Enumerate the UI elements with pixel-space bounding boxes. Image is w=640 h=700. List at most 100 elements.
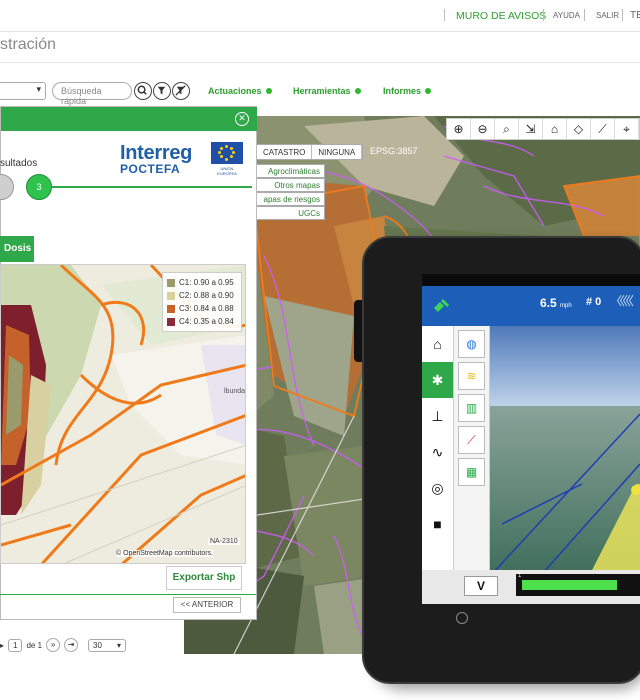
page-input[interactable]: 1	[8, 638, 23, 652]
menu-label: Herramientas	[293, 86, 351, 96]
nav-separator	[543, 9, 544, 21]
tablet-screen[interactable]: 6.5 mph # 0 〈〈〈〈〈 ⌂ ✱ ⊥ ∿ ◎ ■ ◍ ≋ ▥ ⟋ ▦ …	[422, 274, 640, 604]
v-button[interactable]: V	[464, 576, 498, 596]
polygon-icon[interactable]: ⌂	[543, 119, 567, 139]
map-grid-icon[interactable]: ▦	[458, 458, 485, 486]
base-layer-tabs: CATASTRO NINGUNA	[256, 144, 364, 160]
layer-list: Agroclimáticas Otros mapas apas de riesg…	[255, 164, 325, 220]
pagination: ▸ 1 de 1 » ⇥ 30 ▾	[0, 638, 127, 652]
legend-swatch	[167, 317, 175, 326]
legend-item: C1: 0.90 a 0.95	[167, 276, 237, 289]
legend-swatch	[167, 291, 175, 300]
tablet-tool-column: ◍ ≋ ▥ ⟋ ▦	[454, 326, 490, 578]
eu-flag-icon	[211, 142, 243, 164]
place-label: lbunda	[224, 388, 246, 395]
menu-dot	[425, 88, 432, 94]
steps-label: sultados	[0, 158, 38, 169]
menu-dot	[265, 88, 272, 94]
tablet-status-bar	[422, 274, 640, 286]
title-divider	[0, 62, 640, 63]
legend-label: C1: 0.90 a 0.95	[179, 278, 234, 287]
eu-label: UNIÓN EUROPEA	[217, 166, 237, 176]
tablet-home-button[interactable]	[456, 612, 468, 624]
map-attribution[interactable]: © OpenStreetMap contributors.	[116, 550, 213, 557]
legend-label: C2: 0.88 a 0.90	[179, 291, 234, 300]
path-icon[interactable]: ⟋	[458, 426, 485, 454]
ruler-icon[interactable]: ⟋	[591, 119, 615, 139]
nav-user[interactable]: TE	[630, 10, 640, 21]
dose-legend: C1: 0.90 a 0.95 C2: 0.88 a 0.90 C3: 0.84…	[162, 272, 242, 332]
export-shp-button[interactable]: Exportar Shp	[166, 566, 242, 590]
quick-search-input[interactable]: Búsqueda rápida	[52, 82, 132, 106]
tractor-icon[interactable]: ⊥	[422, 398, 453, 434]
panel-footer-divider	[0, 594, 256, 595]
menu-informes[interactable]: Informes	[383, 86, 432, 96]
heading-chevrons-icon: 〈〈〈〈〈	[610, 294, 634, 308]
measure-icon[interactable]: ⇲	[519, 119, 543, 139]
no-filter-icon[interactable]	[172, 82, 190, 100]
coverage-fill	[522, 580, 617, 590]
camera-icon[interactable]: ■	[422, 506, 453, 542]
menu-herramientas[interactable]: Herramientas	[293, 86, 361, 96]
layer-agroclimaticas[interactable]: Agroclimáticas	[255, 164, 325, 178]
layer-ugcs[interactable]: UGCs	[255, 206, 325, 220]
menu-label: Informes	[383, 86, 422, 96]
home-icon[interactable]: ⌂	[422, 326, 453, 362]
layer-select[interactable]: ▾	[0, 82, 46, 100]
satellite-icon[interactable]	[430, 294, 454, 318]
steps-progress-line	[52, 186, 252, 188]
menu-label: Actuaciones	[208, 86, 262, 96]
per-page-select[interactable]: 30 ▾	[88, 638, 127, 652]
pin-icon[interactable]: ⌖	[615, 119, 639, 139]
walk-icon[interactable]: ✱	[422, 362, 453, 398]
filter-icon[interactable]	[153, 82, 171, 100]
page-count: de 1	[26, 640, 43, 650]
close-icon[interactable]: ✕	[235, 112, 249, 126]
step-3[interactable]: 3	[26, 174, 52, 200]
previous-page-icon[interactable]: ▸	[0, 641, 4, 650]
next-page-icon[interactable]: »	[46, 638, 61, 652]
legend-item: C3: 0.84 a 0.88	[167, 302, 237, 315]
nav-muro-de-avisos[interactable]: MURO DE AVISOS	[456, 10, 546, 22]
panel-header	[1, 107, 257, 131]
layer-otros-mapas[interactable]: Otros mapas	[255, 178, 325, 192]
layers-icon[interactable]: ≋	[458, 362, 485, 390]
search-icon[interactable]	[134, 82, 152, 100]
previous-button[interactable]: << ANTERIOR	[173, 597, 241, 613]
nav-separator	[622, 9, 623, 21]
speed-value: 6.5	[540, 296, 557, 310]
last-page-icon[interactable]: ⇥	[64, 638, 79, 652]
pan-icon[interactable]: ◇	[567, 119, 591, 139]
epsg-label: EPSG:3857	[370, 146, 418, 156]
nav-separator	[444, 9, 445, 21]
legend-label: C3: 0.84 a 0.88	[179, 304, 234, 313]
rows-icon[interactable]: ▥	[458, 394, 485, 422]
menu-actuaciones[interactable]: Actuaciones	[208, 86, 272, 96]
compass-icon[interactable]: ◎	[422, 470, 453, 506]
nav-ayuda[interactable]: AYUDA	[553, 11, 580, 20]
layer-mapas-de-riesgos[interactable]: apas de riesgos	[255, 192, 325, 206]
chevron-down-icon: ▾	[36, 84, 41, 94]
zoom-extent-icon[interactable]: ⌕	[495, 119, 519, 139]
zoom-in-icon[interactable]: ⊕	[447, 119, 471, 139]
bar-label: 1	[518, 573, 522, 579]
nav-salir[interactable]: SALIR	[596, 11, 619, 20]
tablet-header	[422, 286, 640, 326]
legend-swatch	[167, 278, 175, 287]
tab-catastro[interactable]: CATASTRO	[257, 145, 313, 159]
page-title: stración	[0, 36, 57, 53]
chevron-down-icon: ▾	[117, 640, 122, 650]
per-page-value: 30	[93, 640, 102, 650]
signal-icon[interactable]: ∿	[422, 434, 453, 470]
road-label: NA-2310	[208, 538, 240, 545]
tab-ninguna[interactable]: NINGUNA	[312, 145, 363, 159]
menu-dot	[354, 88, 361, 94]
map-tools: ⊕ ⊖ ⌕ ⇲ ⌂ ◇ ⟋ ⌖	[446, 118, 640, 140]
legend-label: C4: 0.35 a 0.84	[179, 317, 234, 326]
legend-item: C4: 0.35 a 0.84	[167, 315, 237, 328]
tab-dosis[interactable]: Dosis	[0, 236, 34, 262]
zoom-out-icon[interactable]: ⊖	[471, 119, 495, 139]
globe-icon[interactable]: ◍	[458, 330, 485, 358]
speed-unit: mph	[560, 303, 572, 309]
poctefa-logo: POCTEFA	[120, 162, 181, 176]
